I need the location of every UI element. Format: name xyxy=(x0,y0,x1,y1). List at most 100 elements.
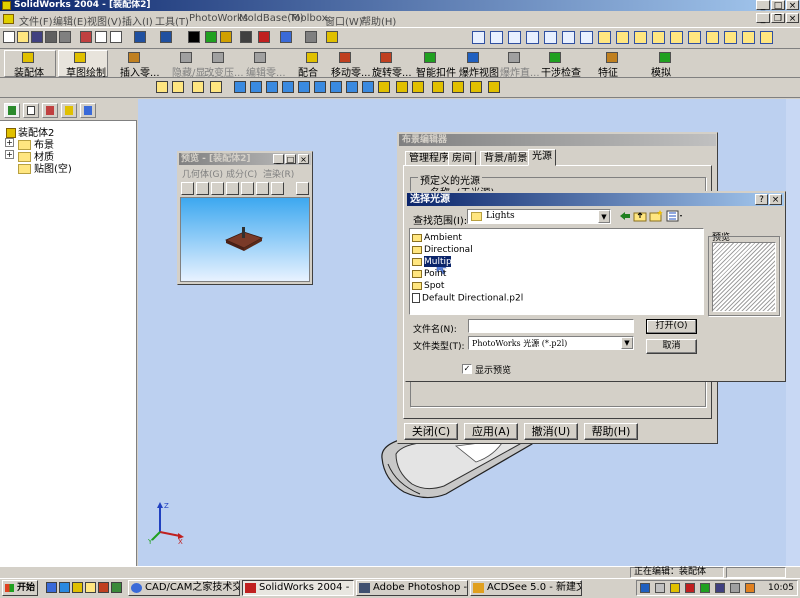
rotate-component-icon[interactable] xyxy=(380,52,392,63)
view-tool-icon[interactable] xyxy=(378,81,390,93)
simulation-label[interactable]: 模拟 xyxy=(651,64,671,79)
sketch-label[interactable]: 草图绘制 xyxy=(66,64,106,79)
features-label[interactable]: 特征 xyxy=(598,64,618,79)
menu-insert[interactable]: 插入(I) xyxy=(122,13,153,28)
preview-menu-components[interactable]: 成分(C) xyxy=(226,167,257,180)
preview-minimize-button[interactable]: _ xyxy=(273,154,284,164)
rebuild-icon[interactable] xyxy=(220,31,232,43)
file-list-item[interactable]: Point xyxy=(412,269,446,280)
undo-icon[interactable] xyxy=(134,31,146,43)
top-view-icon[interactable] xyxy=(724,31,737,44)
perspective-icon[interactable] xyxy=(670,31,683,44)
preview-zoom-out-icon[interactable] xyxy=(226,182,239,195)
print-icon[interactable] xyxy=(45,31,57,43)
file-list-item[interactable]: Spot xyxy=(412,281,444,292)
file-list-item[interactable]: Default Directional.p2l xyxy=(412,293,523,304)
lookin-dropdown-button[interactable]: ▼ xyxy=(598,210,610,223)
view-tool-icon[interactable] xyxy=(412,81,424,93)
choose-light-titlebar[interactable]: 选择光源 xyxy=(407,193,784,206)
redo-icon[interactable] xyxy=(160,31,172,43)
right-view-icon[interactable] xyxy=(742,31,755,44)
features-icon[interactable] xyxy=(606,52,618,63)
up-folder-icon[interactable] xyxy=(633,210,647,222)
view-tool-icon[interactable] xyxy=(432,81,444,93)
view-tool-icon[interactable] xyxy=(250,81,262,93)
menu-edit[interactable]: 编辑(E) xyxy=(53,13,87,28)
front-view-icon[interactable] xyxy=(706,31,719,44)
paste-icon[interactable] xyxy=(110,31,122,43)
app-maximize-button[interactable]: □ xyxy=(771,0,785,11)
hide-show-icon[interactable] xyxy=(180,52,192,63)
menu-tools[interactable]: 工具(T) xyxy=(155,13,189,28)
sketch-icon[interactable] xyxy=(74,52,86,63)
menu-app-icon[interactable] xyxy=(3,14,14,24)
preview-pan-icon[interactable] xyxy=(271,182,284,195)
open-icon[interactable] xyxy=(17,31,29,43)
change-suppression-label[interactable]: 改变压... xyxy=(204,64,244,79)
tab-manager[interactable]: 管理程序 xyxy=(405,151,453,166)
rotate-component-label[interactable]: 旋转零... xyxy=(372,64,412,79)
viewport-scrollbar[interactable] xyxy=(786,99,800,577)
file-list-item[interactable]: Directional xyxy=(412,245,473,256)
monitor-icon[interactable] xyxy=(715,583,725,593)
preview-menu-geometry[interactable]: 几何体(G) xyxy=(182,167,223,180)
view-tool-icon[interactable] xyxy=(452,81,464,93)
configurationmanager-tab[interactable] xyxy=(42,103,58,118)
view-tool-icon[interactable] xyxy=(396,81,408,93)
dimetric-icon[interactable] xyxy=(760,31,773,44)
ie-icon[interactable] xyxy=(59,582,70,593)
view-tool-icon[interactable] xyxy=(192,81,204,93)
messenger-icon[interactable] xyxy=(700,583,710,593)
preview-rotate-icon[interactable] xyxy=(256,182,269,195)
menu-window[interactable]: 窗口(W) xyxy=(325,13,363,28)
interference-check-icon[interactable] xyxy=(549,52,561,63)
view-tool-icon[interactable] xyxy=(346,81,358,93)
input-method-icon[interactable] xyxy=(670,583,680,593)
filename-input[interactable] xyxy=(468,319,634,333)
back-icon[interactable] xyxy=(618,210,632,222)
assembly-label[interactable]: 装配体 xyxy=(14,64,44,79)
doc-restore-button[interactable]: ❐ xyxy=(771,13,785,24)
zoom-in-icon[interactable] xyxy=(508,31,521,44)
tree-item-decal[interactable]: 贴图(空) xyxy=(18,160,72,175)
task-photoshop[interactable]: Adobe Photoshop - [未标... xyxy=(356,580,468,596)
interference-check-label[interactable]: 干涉检查 xyxy=(541,64,581,79)
tree-expand-material[interactable]: + xyxy=(5,150,14,159)
scene-help-button[interactable]: 帮助(H) xyxy=(584,423,638,440)
options-icon[interactable] xyxy=(240,31,252,43)
view-tool-icon[interactable] xyxy=(266,81,278,93)
featuremanager-tab[interactable] xyxy=(4,103,20,118)
edit-component-label[interactable]: 编辑零... xyxy=(246,64,286,79)
filetype-dropdown-button[interactable]: ▼ xyxy=(621,337,633,349)
start-button[interactable]: 开始 xyxy=(2,580,38,596)
preview-zoom-area-icon[interactable] xyxy=(241,182,254,195)
file-dialog-help-button[interactable]: ? xyxy=(755,194,768,205)
outlook-icon[interactable] xyxy=(72,582,83,593)
view-tool-icon[interactable] xyxy=(210,81,222,93)
view-tool-icon[interactable] xyxy=(172,81,184,93)
tree-expand-scene[interactable]: + xyxy=(5,138,14,147)
preview-menu-render[interactable]: 渲染(R) xyxy=(263,167,294,180)
propertymanager-tab[interactable] xyxy=(23,103,39,118)
assembly-icon[interactable] xyxy=(22,52,34,63)
open-button[interactable]: 打开(O) xyxy=(646,319,697,334)
select-icon[interactable] xyxy=(188,31,200,43)
app-minimize-button[interactable]: _ xyxy=(756,0,770,11)
zoom-icon[interactable] xyxy=(526,31,539,44)
insert-component-icon[interactable] xyxy=(128,52,140,63)
section-icon[interactable] xyxy=(652,31,665,44)
help-icon[interactable] xyxy=(326,31,338,43)
preview-maximize-button[interactable]: □ xyxy=(285,154,296,164)
change-suppression-icon[interactable] xyxy=(212,52,224,63)
view-orient-icon[interactable] xyxy=(280,31,292,43)
edit-component-icon[interactable] xyxy=(254,52,266,63)
show-preview-label[interactable]: 显示预览 xyxy=(475,363,511,376)
cancel-button[interactable]: 取消 xyxy=(646,339,697,354)
menu-view[interactable]: 视图(V) xyxy=(87,13,122,28)
cut-icon[interactable] xyxy=(80,31,92,43)
scene-close-button[interactable]: 关闭(C) xyxy=(404,423,458,440)
file-dialog-close-button[interactable]: × xyxy=(769,194,782,205)
doc-close-button[interactable]: × xyxy=(786,13,799,24)
file-list-item[interactable]: Ambient xyxy=(412,233,462,244)
scene-editor-titlebar[interactable]: 布景编辑器 xyxy=(399,134,716,146)
